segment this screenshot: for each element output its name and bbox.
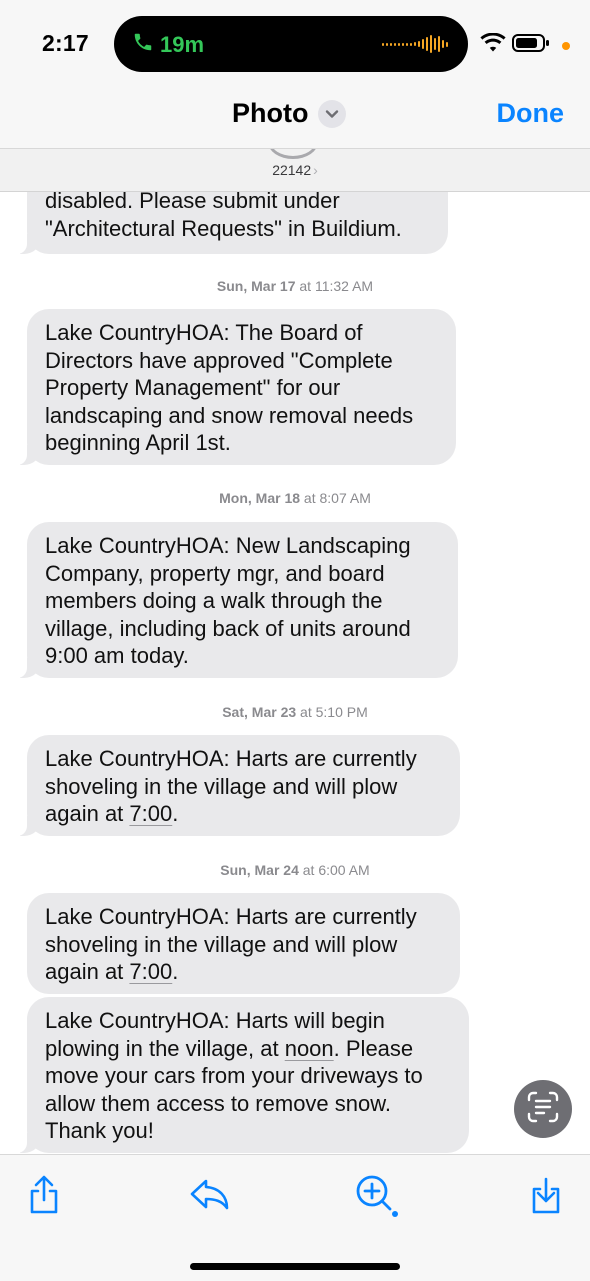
visual-lookup-icon: [352, 1171, 400, 1224]
share-button[interactable]: [22, 1175, 66, 1219]
wifi-icon: [480, 32, 506, 58]
message-bubble: Lake CountryHOA: Harts are currently sho…: [27, 893, 460, 994]
save-button[interactable]: [524, 1175, 568, 1219]
chevron-right-icon: ›: [313, 162, 318, 178]
message-bubble: Lake CountryHOA: Harts will begin plowin…: [17, 997, 469, 1153]
time-link[interactable]: noon: [285, 1036, 334, 1061]
sender-number: 22142 ›: [272, 162, 318, 178]
reply-icon: [189, 1177, 231, 1218]
done-button[interactable]: Done: [497, 98, 565, 129]
message-bubble: Lake CountryHOA: Harts are currently sho…: [17, 735, 460, 836]
bottom-toolbar: [0, 1154, 590, 1281]
reply-button[interactable]: [188, 1175, 232, 1219]
live-text-icon: [526, 1090, 560, 1129]
chevron-down-icon: [318, 99, 347, 128]
call-pill[interactable]: 19m: [114, 16, 468, 72]
call-duration: 19m: [160, 32, 205, 57]
save-icon: [528, 1175, 564, 1220]
phone-icon: [132, 31, 154, 59]
nav-bar: Photo Done: [0, 90, 590, 149]
home-indicator[interactable]: [190, 1263, 400, 1270]
timestamp: Sat, Mar 23 at 5:10 PM: [222, 704, 368, 720]
audio-waveform: [382, 34, 448, 54]
contact-avatar: [268, 149, 318, 159]
conversation-header[interactable]: 22142 ›: [0, 149, 590, 192]
timestamp: Sun, Mar 17 at 11:32 AM: [216, 278, 374, 294]
share-icon: [26, 1175, 62, 1220]
timestamp: Sun, Mar 24 at 6:00 AM: [220, 862, 370, 878]
message-bubble: Lake CountryHOA: New Landscaping Company…: [17, 522, 458, 678]
message-bubble: Lake CountryHOA: The Board of Directors …: [17, 309, 456, 465]
live-text-button[interactable]: [514, 1080, 572, 1138]
time-link[interactable]: 7:00: [129, 801, 172, 826]
visual-lookup-button[interactable]: [354, 1175, 398, 1219]
page-title: Photo: [232, 98, 309, 128]
nav-title-button[interactable]: Photo: [232, 98, 347, 129]
message-bubble: disabled. Please submit under "Architect…: [17, 192, 448, 254]
battery-icon: [512, 33, 550, 58]
status-bar: 2:17 19m: [0, 0, 590, 90]
privacy-indicator: [562, 41, 570, 50]
call-timer: 19m: [132, 31, 204, 59]
message-list[interactable]: disabled. Please submit under "Architect…: [0, 192, 590, 1154]
timestamp: Mon, Mar 18 at 8:07 AM: [219, 490, 371, 506]
status-time: 2:17: [42, 30, 89, 56]
status-icons: [480, 32, 570, 58]
time-link[interactable]: 7:00: [129, 959, 172, 984]
